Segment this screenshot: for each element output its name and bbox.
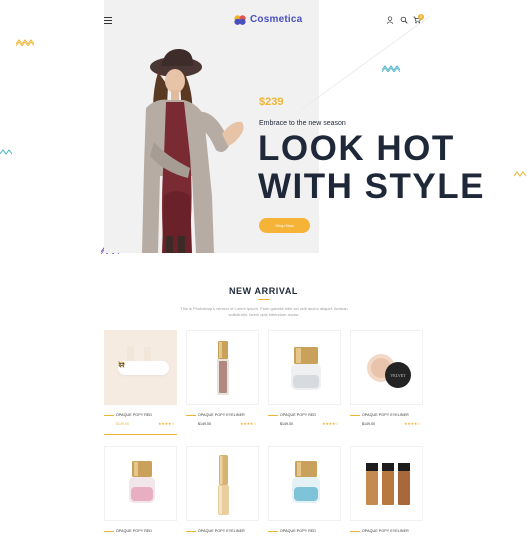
quick-actions-bar xyxy=(118,361,169,375)
product-image[interactable]: VELVET xyxy=(350,330,423,405)
section-title-underline xyxy=(258,299,270,300)
user-icon[interactable] xyxy=(386,16,394,24)
card-accent-line xyxy=(186,531,196,532)
product-image[interactable] xyxy=(186,330,259,405)
product-name[interactable]: OPAQUE POPY EYELINER xyxy=(362,529,409,533)
section-description: This is Photoshop's version of Lorem Ips… xyxy=(180,306,348,317)
brand-logo[interactable]: Cosmetica xyxy=(234,14,302,25)
product-price: $149.00 xyxy=(116,422,129,426)
product-price: $149.00 xyxy=(198,422,211,426)
card-accent-line xyxy=(268,531,278,532)
product-image[interactable] xyxy=(104,446,177,521)
search-icon[interactable] xyxy=(400,16,408,24)
product-image[interactable] xyxy=(268,330,341,405)
product-image[interactable] xyxy=(104,330,177,405)
card-accent-line xyxy=(104,415,114,416)
top-navigation-bar: Cosmetica 0 xyxy=(104,12,424,30)
wishlist-heart-icon[interactable] xyxy=(118,361,125,368)
card-accent-line xyxy=(350,531,360,532)
zigzag-decoration-icon xyxy=(0,148,12,156)
brand-name: Cosmetica xyxy=(250,14,303,25)
cart-count-badge: 0 xyxy=(418,14,424,20)
zigzag-decoration-icon xyxy=(382,64,400,72)
product-price: $149.00 xyxy=(362,422,375,426)
product-name[interactable]: OPAQUE POPY RED xyxy=(116,413,152,417)
logo-mark-icon xyxy=(234,14,246,25)
hero-model-image xyxy=(136,46,256,253)
product-rating: ★★★★☆ xyxy=(404,421,421,426)
zigzag-decoration-icon xyxy=(514,170,527,178)
hero-headline-line2: WITH STYLE xyxy=(258,167,485,206)
card-accent-line xyxy=(186,415,196,416)
hero-price: $239 xyxy=(259,96,284,108)
card-accent-line xyxy=(268,415,278,416)
hero-diagonal-line xyxy=(299,16,430,111)
zigzag-decoration-icon xyxy=(16,38,34,46)
product-image[interactable] xyxy=(186,446,259,521)
hamburger-menu-icon[interactable] xyxy=(104,17,112,24)
shop-now-button[interactable]: Shop Now xyxy=(259,218,310,233)
product-rating: ★★★★☆ xyxy=(322,421,339,426)
hero-tagline: Embrace to the new season xyxy=(259,120,346,127)
svg-text:VELVET: VELVET xyxy=(390,373,406,378)
product-rating: ★★★★☆ xyxy=(240,421,257,426)
product-name[interactable]: OPAQUE POPY RED xyxy=(280,529,316,533)
product-name[interactable]: OPAQUE POPY EYELINER xyxy=(198,529,245,533)
product-image[interactable] xyxy=(350,446,423,521)
card-accent-line xyxy=(104,531,114,532)
product-rating: ★★★★☆ xyxy=(158,421,175,426)
section-title: NEW ARRIVAL xyxy=(228,286,299,296)
product-name[interactable]: OPAQUE POPY EYELINER xyxy=(198,413,245,417)
product-name[interactable]: OPAQUE POPY EYELINER xyxy=(362,413,409,417)
product-name[interactable]: OPAQUE POPY RED xyxy=(280,413,316,417)
product-price: $149.00 xyxy=(280,422,293,426)
active-card-underline xyxy=(104,434,177,435)
hero-headline-line1: LOOK HOT xyxy=(258,129,455,168)
hero-headline: LOOK HOT WITH STYLE xyxy=(258,130,485,206)
card-accent-line xyxy=(350,415,360,416)
product-image[interactable] xyxy=(268,446,341,521)
product-name[interactable]: OPAQUE POPY RED xyxy=(116,529,152,533)
